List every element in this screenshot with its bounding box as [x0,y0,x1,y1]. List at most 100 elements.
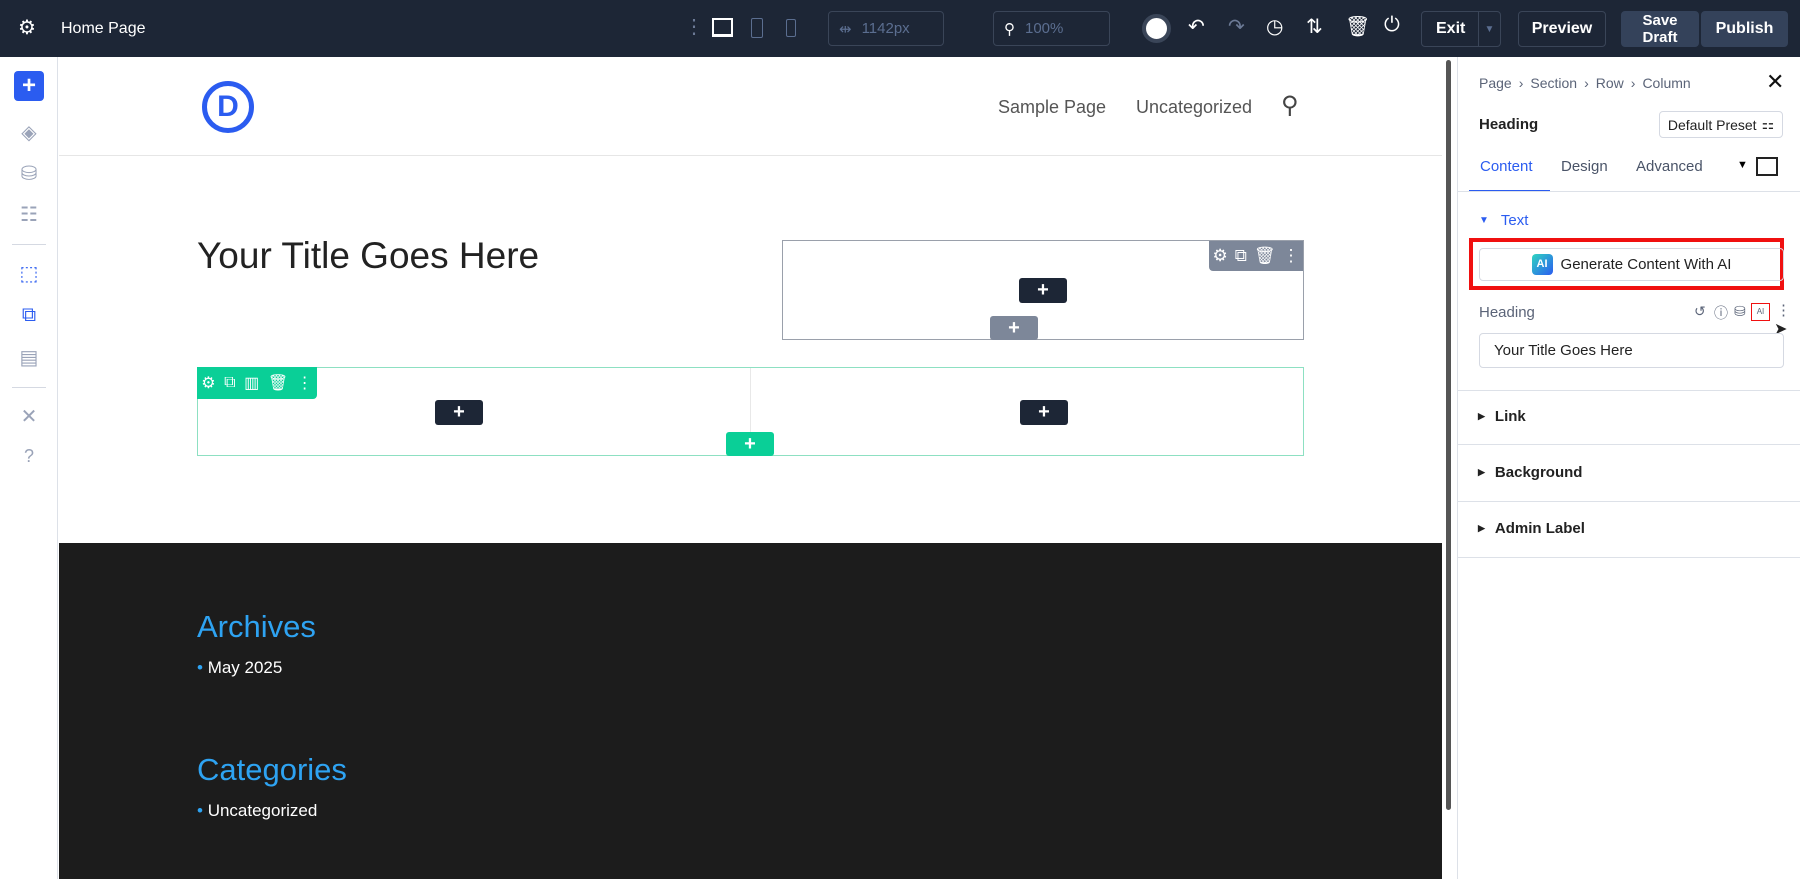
heading-input[interactable]: Your Title Goes Here [1479,333,1784,368]
ai-icon: AI [1531,254,1553,275]
theme-toggle-icon[interactable] [1142,14,1171,43]
tab-advanced[interactable]: Advanced [1636,158,1703,175]
heading-field-label: Heading [1479,304,1535,321]
multi-select-icon[interactable]: ⧉ [14,300,44,330]
database-icon[interactable]: ⛁ [14,158,44,188]
duplicate-icon[interactable]: ⧉ [224,374,235,392]
tools-icon[interactable]: ✕ [14,401,44,431]
divider [1458,557,1800,558]
save-draft-button[interactable]: Save Draft [1621,11,1699,47]
tab-content[interactable]: Content [1480,158,1533,175]
ai-field-icon[interactable]: AI [1751,303,1770,321]
admin-label-section-toggle[interactable]: ▶ Admin Label [1478,520,1585,537]
add-module-button[interactable]: + [1019,278,1067,303]
archives-title: Archives [197,609,316,644]
background-section-toggle[interactable]: ▶ Background [1478,464,1582,481]
module-name: Heading [1479,116,1539,133]
device-view-icon[interactable] [1756,157,1778,176]
more-icon[interactable]: ⋮ [1282,246,1299,266]
breadcrumb-column[interactable]: Column [1642,75,1690,91]
left-sidebar: + ◈ ⛁ ☷ ⬚ ⧉ ▤ ✕ ? [0,57,58,879]
zoom-icon: ⚲ [1004,20,1015,38]
preset-icon: ⚏ [1761,116,1775,132]
canvas-scrollbar[interactable] [1446,60,1451,810]
canvas-width-input[interactable]: ⇹ 1142px [828,11,944,46]
text-section-toggle[interactable]: ▼ Text [1479,212,1528,229]
history-icon[interactable]: ◷ [1266,14,1283,39]
desktop-view-icon[interactable] [712,18,733,37]
select-element-icon[interactable]: ⬚ [14,258,44,288]
sort-arrows-icon[interactable]: ⇅ [1306,14,1323,39]
settings-gear-icon[interactable]: ⚙ [18,15,36,40]
generate-content-ai-button[interactable]: AI Generate Content With AI [1479,248,1784,281]
divider [1458,501,1800,502]
help-icon[interactable]: ? [14,441,44,471]
heading-module[interactable]: Your Title Goes Here [197,235,539,277]
width-arrows-icon: ⇹ [839,20,852,38]
trash-icon[interactable]: 🗑 [1345,14,1370,39]
site-logo[interactable]: D [202,81,254,133]
settings-icon[interactable]: ⚙ [1213,246,1228,266]
breadcrumb-row[interactable]: Row [1596,75,1624,91]
redo-icon[interactable]: ↷ [1228,14,1245,39]
caret-right-icon: ▶ [1478,467,1485,477]
layers-icon[interactable]: ◈ [14,117,44,147]
tabs-dropdown-caret-icon[interactable]: ▼ [1737,159,1748,171]
divider [12,387,46,388]
tab-design[interactable]: Design [1561,158,1608,175]
category-link[interactable]: • Uncategorized [197,801,317,821]
exit-dropdown-caret-icon[interactable]: ▼ [1478,12,1500,46]
breadcrumb-page[interactable]: Page [1479,75,1512,91]
column-placeholder[interactable]: ⚙ ⧉ 🗑 ⋮ + + [782,240,1304,340]
site-header: D Sample Page Uncategorized ⚲ [59,57,1442,156]
add-row-button[interactable]: + [990,316,1038,340]
layout-list-icon[interactable]: ☷ [14,199,44,229]
phone-view-icon[interactable] [786,19,796,37]
caret-right-icon: ▶ [1478,411,1485,421]
archive-link[interactable]: • May 2025 [197,658,282,678]
breadcrumb-section[interactable]: Section [1530,75,1577,91]
page-canvas: D Sample Page Uncategorized ⚲ Your Title… [59,57,1442,879]
close-icon[interactable]: ✕ [1766,69,1784,95]
info-icon[interactable]: ⓘ [1714,303,1728,323]
undo-icon[interactable]: ↶ [1188,14,1205,39]
exit-button[interactable]: Exit ▼ [1421,11,1501,47]
add-module-button[interactable]: + [1020,400,1068,425]
columns-icon[interactable]: ▥ [244,373,259,393]
settings-icon[interactable]: ⚙ [201,373,215,393]
categories-title: Categories [197,752,347,787]
module-toolbar: ⚙ ⧉ 🗑 ⋮ [1209,241,1303,271]
more-icon[interactable]: ⋮ [297,373,313,393]
delete-icon[interactable]: 🗑 [1254,246,1276,266]
caret-down-icon: ▼ [1479,215,1489,226]
row-toolbar: ⚙ ⧉ ▥ 🗑 ⋮ [197,367,317,399]
add-element-button[interactable]: + [14,71,44,101]
settings-panel: Page › Section › Row › Column ✕ Heading Def… [1457,57,1800,879]
publish-button[interactable]: Publish [1701,11,1788,47]
caret-right-icon: ▶ [1478,523,1485,533]
more-vertical-icon[interactable]: ⋮ [684,14,704,39]
power-icon[interactable]: ⏻ [1384,14,1400,37]
preview-button[interactable]: Preview [1518,11,1606,47]
nav-sample-page[interactable]: Sample Page [998,97,1106,118]
nav-uncategorized[interactable]: Uncategorized [1136,97,1252,118]
site-footer: Archives • May 2025 Categories • Uncateg… [59,543,1442,879]
row-placeholder[interactable]: ⚙ ⧉ ▥ 🗑 ⋮ + + + [197,367,1304,456]
reset-icon[interactable]: ↺ [1694,303,1706,320]
duplicate-icon[interactable]: ⧉ [1235,246,1247,266]
top-toolbar: ⚙ Home Page ⋮ ⇹ 1142px ⚲ 100% ↶ ↷ ◷ ⇅ 🗑 ⏻ … [0,0,1800,57]
search-icon[interactable]: ⚲ [1281,91,1299,120]
add-row-button[interactable]: + [726,432,774,456]
link-section-toggle[interactable]: ▶ Link [1478,408,1526,425]
divider [1458,191,1800,192]
dynamic-content-icon[interactable]: ⛁ [1734,303,1746,320]
zoom-input[interactable]: ⚲ 100% [993,11,1110,46]
field-more-icon[interactable]: ⋮ [1776,301,1791,319]
breadcrumb: Page › Section › Row › Column [1479,75,1691,91]
template-preview-icon[interactable]: ▤ [14,342,44,372]
preset-dropdown[interactable]: Default Preset ⚏ [1659,111,1783,138]
add-module-button[interactable]: + [435,400,483,425]
tablet-view-icon[interactable] [751,18,763,38]
divider [1458,444,1800,445]
delete-icon[interactable]: 🗑 [268,373,288,393]
